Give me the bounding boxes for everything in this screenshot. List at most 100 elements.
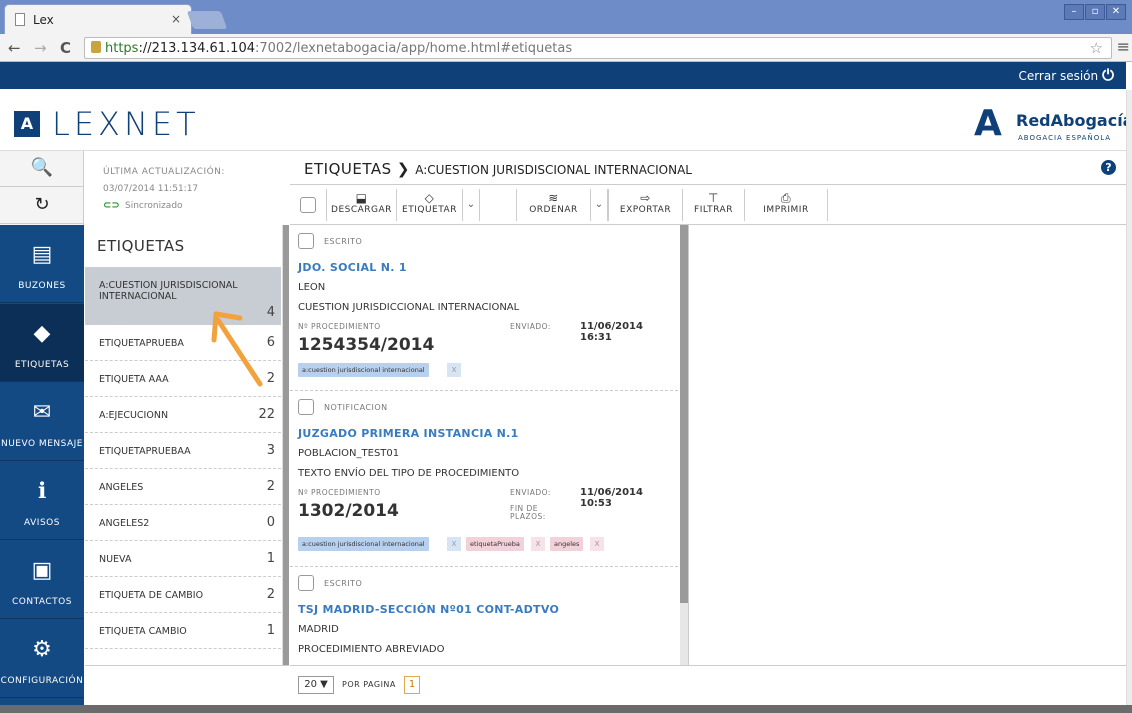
remove-tag-icon[interactable]: X [447, 537, 461, 551]
message-court[interactable]: JUZGADO PRIMERA INSTANCIA N.1 [298, 427, 519, 440]
remove-tag-icon[interactable]: X [531, 537, 545, 551]
message-detail-pane [688, 225, 1126, 665]
sync-icon: ⊂⊃ [103, 200, 120, 211]
tag-chip[interactable]: etiquetaPrueba [466, 537, 524, 551]
tag-chip[interactable]: a:cuestion jurisdiscional internacional [298, 537, 429, 551]
window-controls: – ▫ ✕ [1064, 4, 1126, 20]
page-button[interactable]: 1 [404, 676, 420, 694]
reload-icon[interactable]: C [60, 39, 71, 57]
lock-icon [91, 41, 101, 53]
tag-item[interactable]: ETIQUETA DE CAMBIO 2 [85, 577, 281, 613]
forward-icon[interactable]: → [34, 39, 47, 57]
bottom-edge [0, 705, 1132, 713]
message-subject: CUESTION JURISDICCIONAL INTERNACIONAL [298, 302, 520, 313]
logout-button[interactable]: Cerrar sesión ⏻ [1018, 66, 1114, 84]
page-scrollbar[interactable] [1126, 90, 1132, 705]
nav-etiquetas[interactable]: ◆ ETIQUETAS [0, 304, 84, 382]
sent-label: ENVIADO: [510, 488, 551, 497]
remove-tag-icon[interactable]: X [590, 537, 604, 551]
lexnet-logo-text: LEXNET [52, 105, 200, 143]
message-place: MADRID [298, 624, 339, 635]
inbox-icon: ▤ [31, 242, 53, 267]
redabogacia-name: RedAbogacía [1016, 111, 1132, 130]
tag-list-scrollbar[interactable] [283, 225, 289, 665]
per-page-label: POR PAGINA [342, 680, 396, 689]
download-button[interactable]: ⬓ DESCARGAR [326, 189, 396, 221]
message-checkbox[interactable] [298, 233, 314, 249]
filter-button[interactable]: ⊤ FILTRAR [682, 189, 744, 221]
tag-item[interactable]: NUEVA 1 [85, 541, 281, 577]
pagination-bar: 20 ▼ POR PAGINA 1 [290, 665, 1126, 705]
browser-tab[interactable]: Lex × [4, 4, 192, 34]
message-item[interactable]: ESCRITO JDO. SOCIAL N. 1 LEON CUESTION J… [290, 225, 678, 391]
message-item[interactable]: NOTIFICACION JUZGADO PRIMERA INSTANCIA N… [290, 391, 678, 567]
nav-contactos[interactable]: ▣ CONTACTOS [0, 541, 84, 619]
page-title: ETIQUETAS ❯ A:CUESTION JURISDISCIONAL IN… [304, 160, 692, 178]
select-all-checkbox[interactable] [300, 197, 316, 213]
per-page-select[interactable]: 20 ▼ [298, 676, 334, 694]
tag-item[interactable]: ETIQUETAPRUEBAA 3 [85, 433, 281, 469]
minimize-button[interactable]: – [1064, 4, 1084, 20]
tag-item[interactable]: A:EJECUCIONN 22 [85, 397, 281, 433]
nav-label: CONTACTOS [12, 597, 72, 607]
search-button[interactable]: 🔍 [0, 151, 84, 187]
message-type: ESCRITO [324, 579, 363, 588]
sent-date: 11/06/2014 10:53 [580, 487, 643, 509]
redabogacia-logo-icon: A [974, 103, 1002, 144]
message-checkbox[interactable] [298, 575, 314, 591]
export-button[interactable]: ⇨ EXPORTAR [608, 189, 682, 221]
message-list-scrollbar-thumb[interactable] [680, 225, 688, 603]
remove-tag-icon[interactable]: X [447, 363, 461, 377]
rail-tools: 🔍 ↻ [0, 151, 84, 225]
tab-title: Lex [33, 13, 54, 27]
nav-label: BUZONES [18, 281, 66, 291]
browser-tab-bar: Lex × – ▫ ✕ [0, 0, 1132, 34]
message-court[interactable]: TSJ MADRID-SECCIÓN Nº01 CONT-ADTVO [298, 603, 559, 616]
refresh-button[interactable]: ↻ [0, 188, 84, 224]
breadcrumb: ETIQUETAS ❯ A:CUESTION JURISDISCIONAL IN… [290, 151, 1126, 185]
tab-close-icon[interactable]: × [171, 12, 181, 26]
message-place: LEON [298, 282, 326, 293]
brand-bar: A LEXNET A RedAbogacía ABOGACIA ESPAÑOLA [0, 89, 1132, 151]
tag-button[interactable]: ◇ ETIQUETAR [396, 189, 462, 221]
message-subject: PROCEDIMIENTO ABREVIADO [298, 644, 445, 655]
close-window-button[interactable]: ✕ [1106, 4, 1126, 20]
lexnet-logo-icon: A [14, 111, 40, 137]
tag-chip[interactable]: angeles [550, 537, 584, 551]
tag-item[interactable]: ANGELES2 0 [85, 505, 281, 541]
sort-dropdown-chevron-icon[interactable]: ⌄ [590, 189, 608, 221]
tag-icon: ◆ [33, 321, 51, 346]
nav-label: NUEVO MENSAJE [0, 439, 83, 449]
procedure-label: Nº PROCEDIMIENTO [298, 322, 381, 331]
sort-button[interactable]: ≋ ORDENAR [516, 189, 590, 221]
sent-label: ENVIADO: [510, 322, 551, 331]
message-list: ESCRITO JDO. SOCIAL N. 1 LEON CUESTION J… [290, 225, 678, 665]
nav-nuevo-mensaje[interactable]: ✉ NUEVO MENSAJE [0, 383, 84, 461]
maximize-button[interactable]: ▫ [1085, 4, 1105, 20]
new-tab-button[interactable] [186, 11, 228, 29]
tag-dropdown-chevron-icon[interactable]: ⌄ [462, 189, 480, 221]
url-field[interactable]: https://213.134.61.104:7002/lexnetabogac… [84, 37, 1112, 59]
alert-icon: ℹ [37, 479, 47, 504]
print-button[interactable]: ⎙ IMPRIMIR [744, 189, 828, 221]
bookmark-star-icon[interactable]: ☆ [1090, 39, 1103, 57]
tag-chip[interactable]: a:cuestion jurisdiscional internacional [298, 363, 429, 377]
message-checkbox[interactable] [298, 399, 314, 415]
nav-configuracion[interactable]: ⚙ CONFIGURACIÓN [0, 620, 84, 698]
message-court[interactable]: JDO. SOCIAL N. 1 [298, 261, 407, 274]
nav-buzones[interactable]: ▤ BUZONES [0, 225, 84, 303]
power-icon: ⏻ [1102, 66, 1114, 84]
message-item[interactable]: ESCRITO TSJ MADRID-SECCIÓN Nº01 CONT-ADT… [290, 567, 678, 665]
help-icon[interactable]: ? [1101, 160, 1116, 175]
tag-item[interactable]: ETIQUETA CAMBIO 1 [85, 613, 281, 649]
browser-menu-icon[interactable]: ≡ [1117, 37, 1130, 56]
tag-list-footer [85, 665, 289, 705]
tag-item[interactable]: ANGELES 2 [85, 469, 281, 505]
tag-list: ETIQUETAS A:CUESTION JURISDISCIONAL INTE… [85, 225, 283, 665]
back-icon[interactable]: ← [8, 39, 21, 57]
print-icon: ⎙ [780, 191, 792, 205]
tag-list-title: ETIQUETAS [97, 237, 185, 255]
message-place: POBLACION_TEST01 [298, 448, 400, 459]
sync-status: ÚLTIMA ACTUALIZACIÓN: 03/07/2014 11:51:1… [85, 151, 289, 225]
nav-avisos[interactable]: ℹ AVISOS [0, 462, 84, 540]
